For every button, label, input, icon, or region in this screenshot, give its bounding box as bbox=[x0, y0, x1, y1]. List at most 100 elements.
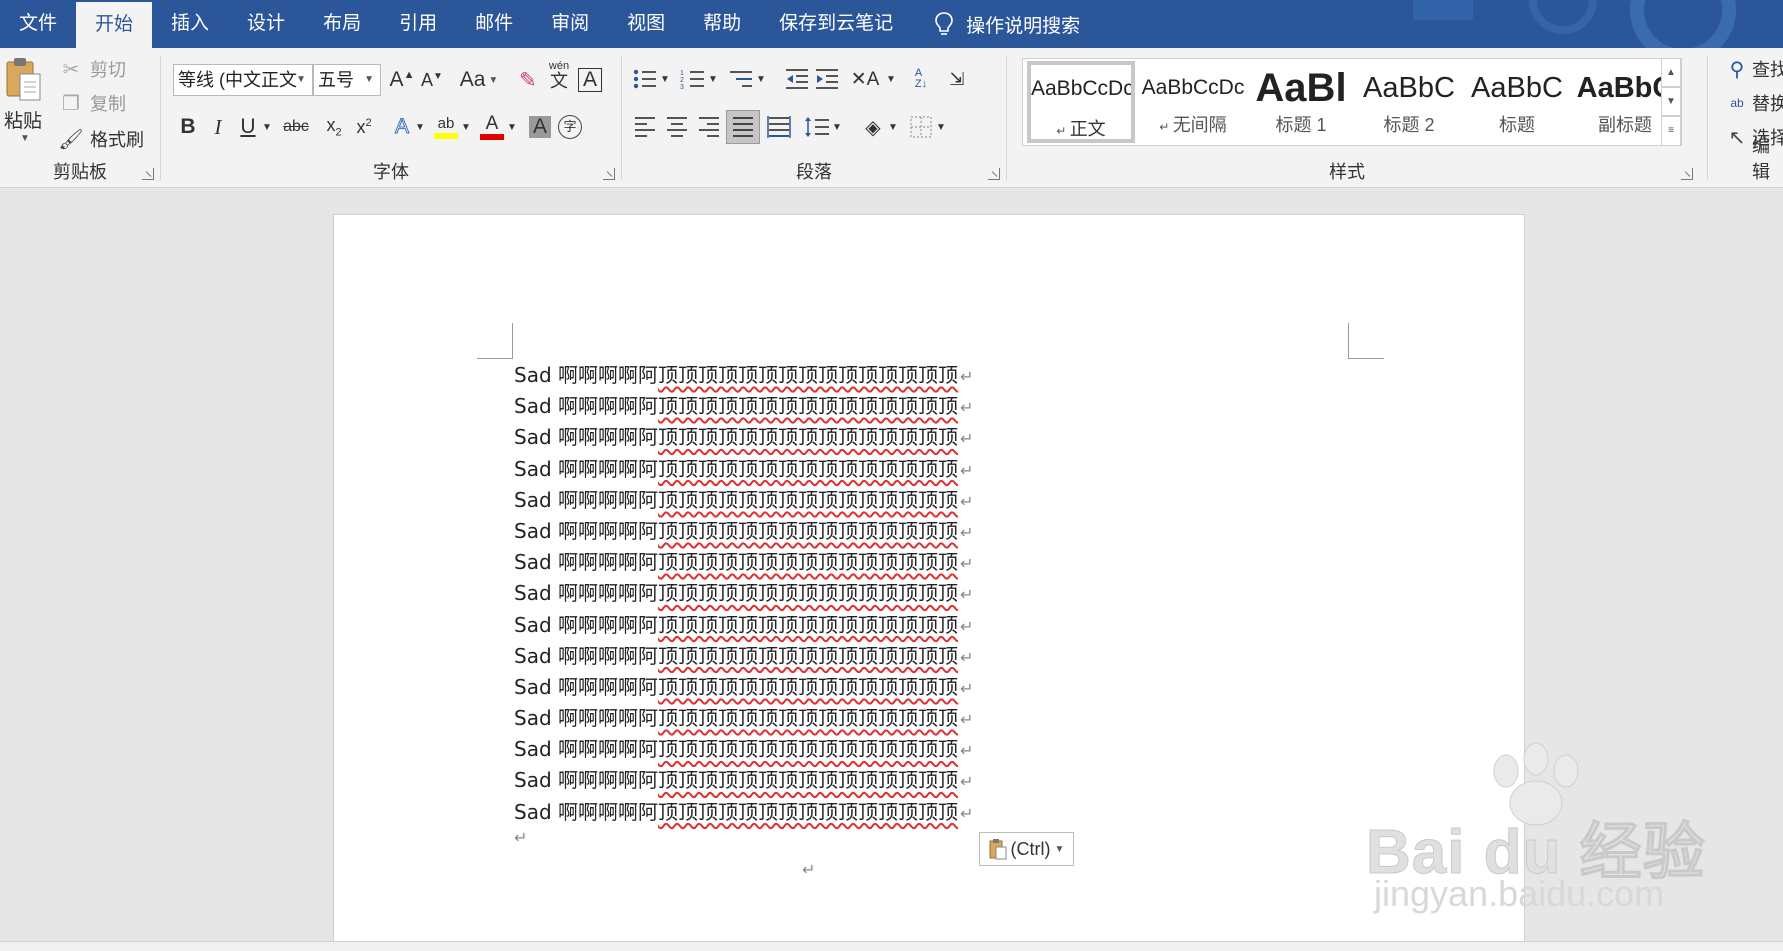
document-line[interactable]: Sad 啊啊啊啊阿顶顶顶顶顶顶顶顶顶顶顶顶顶顶顶 ↵ bbox=[514, 641, 973, 672]
styles-launcher-icon[interactable] bbox=[1681, 168, 1693, 180]
style-no-spacing[interactable]: AaBbCcDc ↵ 无间隔 bbox=[1139, 61, 1247, 143]
document-line[interactable]: Sad 啊啊啊啊阿顶顶顶顶顶顶顶顶顶顶顶顶顶顶顶 ↵ bbox=[514, 391, 973, 422]
phonetic-guide-button[interactable]: wén 文 bbox=[544, 60, 574, 90]
document-line[interactable]: Sad 啊啊啊啊阿顶顶顶顶顶顶顶顶顶顶顶顶顶顶顶 ↵ bbox=[514, 422, 973, 453]
document-page[interactable]: Sad 啊啊啊啊阿顶顶顶顶顶顶顶顶顶顶顶顶顶顶顶 ↵ Sad 啊啊啊啊阿顶顶顶顶顶顶… bbox=[333, 214, 1705, 951]
font-launcher-icon[interactable] bbox=[603, 168, 615, 180]
cut-button[interactable]: ✂ 剪切 bbox=[58, 56, 126, 82]
document-line[interactable]: Sad 啊啊啊啊阿顶顶顶顶顶顶顶顶顶顶顶顶顶顶顶 ↵ bbox=[514, 360, 973, 391]
document-line[interactable]: Sad 啊啊啊啊阿顶顶顶顶顶顶顶顶顶顶顶顶顶顶顶 ↵ bbox=[514, 578, 973, 609]
phonetic-bottom: 文 bbox=[550, 70, 568, 91]
character-shading-button[interactable]: A bbox=[525, 112, 555, 142]
line-spacing-button[interactable] bbox=[802, 112, 832, 142]
font-color-dropdown[interactable]: ▼ bbox=[505, 112, 519, 142]
superscript-button[interactable]: x2 bbox=[349, 112, 379, 142]
shading-dropdown[interactable]: ▼ bbox=[886, 112, 900, 142]
shrink-font-button[interactable]: A▼ bbox=[417, 65, 447, 95]
align-center-button[interactable] bbox=[662, 112, 692, 142]
document-body[interactable]: Sad 啊啊啊啊阿顶顶顶顶顶顶顶顶顶顶顶顶顶顶顶 ↵ Sad 啊啊啊啊阿顶顶顶顶顶顶… bbox=[514, 360, 973, 828]
bullets-dropdown[interactable]: ▼ bbox=[658, 64, 672, 94]
document-line[interactable]: Sad 啊啊啊啊阿顶顶顶顶顶顶顶顶顶顶顶顶顶顶顶 ↵ bbox=[514, 516, 973, 547]
paste-dropdown-icon[interactable]: ▼ bbox=[20, 133, 30, 144]
style-heading-1[interactable]: AaBl 标题 1 bbox=[1247, 61, 1355, 143]
gallery-more[interactable]: ≡ bbox=[1661, 116, 1681, 146]
italic-button[interactable]: I bbox=[203, 112, 233, 142]
tab-view[interactable]: 视图 bbox=[608, 0, 684, 48]
line-spacing-dropdown[interactable]: ▼ bbox=[830, 112, 844, 142]
document-line[interactable]: Sad 啊啊啊啊阿顶顶顶顶顶顶顶顶顶顶顶顶顶顶顶 ↵ bbox=[514, 703, 973, 734]
bold-button[interactable]: B bbox=[173, 112, 203, 142]
style-normal[interactable]: AaBbCcDc ↵ 正文 bbox=[1027, 61, 1135, 143]
distributed-button[interactable] bbox=[764, 112, 794, 142]
paste-options-button[interactable]: (Ctrl) ▼ bbox=[979, 832, 1074, 866]
paragraph-launcher-icon[interactable] bbox=[988, 168, 1000, 180]
clipboard-launcher-icon[interactable] bbox=[142, 168, 154, 180]
multilevel-list-button[interactable] bbox=[726, 64, 756, 94]
character-border-button[interactable]: A bbox=[575, 65, 605, 95]
borders-button[interactable] bbox=[906, 112, 936, 142]
gallery-scroll-up[interactable]: ▲ bbox=[1661, 58, 1681, 87]
tab-layout[interactable]: 布局 bbox=[304, 0, 380, 48]
paste-button[interactable]: 粘贴 ▼ bbox=[4, 56, 44, 144]
chinese-layout-button[interactable]: ✕A bbox=[850, 64, 880, 94]
tab-home[interactable]: 开始 bbox=[76, 2, 153, 48]
borders-dropdown[interactable]: ▼ bbox=[934, 112, 948, 142]
justify-button[interactable] bbox=[726, 110, 760, 144]
tell-me-search[interactable]: 操作说明搜索 bbox=[934, 11, 1080, 38]
subscript-button[interactable]: x2 bbox=[319, 112, 349, 142]
document-line[interactable]: Sad 啊啊啊啊阿顶顶顶顶顶顶顶顶顶顶顶顶顶顶顶 ↵ bbox=[514, 610, 973, 641]
copy-button[interactable]: ❐ 复制 bbox=[58, 90, 126, 116]
clear-formatting-button[interactable]: ✎ bbox=[513, 65, 543, 95]
chevron-down-icon: ▼ bbox=[660, 73, 670, 85]
numbering-button[interactable]: 123 bbox=[678, 64, 708, 94]
increase-indent-button[interactable] bbox=[812, 64, 842, 94]
tab-references[interactable]: 引用 bbox=[380, 0, 456, 48]
tab-mailings[interactable]: 邮件 bbox=[456, 0, 532, 48]
decrease-indent-button[interactable] bbox=[782, 64, 812, 94]
bullets-button[interactable] bbox=[630, 64, 660, 94]
numbering-dropdown[interactable]: ▼ bbox=[706, 64, 720, 94]
tab-review[interactable]: 审阅 bbox=[532, 0, 608, 48]
font-color-button[interactable]: A bbox=[477, 112, 507, 142]
tab-design[interactable]: 设计 bbox=[228, 0, 304, 48]
align-left-button[interactable] bbox=[630, 112, 660, 142]
underline-dropdown[interactable]: ▼ bbox=[259, 112, 275, 142]
tab-insert[interactable]: 插入 bbox=[152, 0, 228, 48]
font-name-combo[interactable]: 等线 (中文正文 ▼ bbox=[173, 64, 313, 96]
style-title[interactable]: AaBbC 标题 bbox=[1463, 61, 1571, 143]
document-line[interactable]: Sad 啊啊啊啊阿顶顶顶顶顶顶顶顶顶顶顶顶顶顶顶 ↵ bbox=[514, 454, 973, 485]
highlight-dropdown[interactable]: ▼ bbox=[459, 112, 473, 142]
align-right-button[interactable] bbox=[694, 112, 724, 142]
document-line[interactable]: Sad 啊啊啊啊阿顶顶顶顶顶顶顶顶顶顶顶顶顶顶顶 ↵ bbox=[514, 485, 973, 516]
find-button[interactable]: ⚲ 查找 bbox=[1728, 56, 1783, 82]
font-size-combo[interactable]: 五号 ▼ bbox=[313, 64, 381, 96]
chevron-down-icon: ▼ bbox=[296, 74, 306, 85]
replace-button[interactable]: ab 替换 bbox=[1728, 90, 1783, 116]
strikethrough-button[interactable]: abc bbox=[279, 112, 313, 142]
sort-button[interactable]: A Z↓ bbox=[906, 64, 936, 94]
change-case-button[interactable]: Aa ▼ bbox=[455, 65, 503, 95]
clipboard-group-label: 剪贴板 bbox=[53, 162, 107, 182]
tab-help[interactable]: 帮助 bbox=[684, 0, 760, 48]
document-line[interactable]: Sad 啊啊啊啊阿顶顶顶顶顶顶顶顶顶顶顶顶顶顶顶 ↵ bbox=[514, 765, 973, 796]
gallery-scroll-down[interactable]: ▼ bbox=[1661, 87, 1681, 116]
shading-button[interactable]: ◈ bbox=[858, 112, 888, 142]
show-marks-button[interactable]: ⇲ bbox=[942, 64, 972, 94]
line-prefix: Sad 啊啊啊啊阿 bbox=[514, 799, 659, 824]
document-line[interactable]: Sad 啊啊啊啊阿顶顶顶顶顶顶顶顶顶顶顶顶顶顶顶 ↵ bbox=[514, 547, 973, 578]
tab-file[interactable]: 文件 bbox=[0, 0, 76, 48]
tab-save-cloud-note[interactable]: 保存到云笔记 bbox=[760, 0, 912, 48]
document-line[interactable]: Sad 啊啊啊啊阿顶顶顶顶顶顶顶顶顶顶顶顶顶顶顶 ↵ bbox=[514, 672, 973, 703]
enclose-characters-button[interactable]: 字 bbox=[555, 112, 585, 142]
chinese-layout-dropdown[interactable]: ▼ bbox=[884, 64, 898, 94]
cursor-arrow-icon: ↖ bbox=[1728, 126, 1746, 149]
format-painter-button[interactable]: 🖌 格式刷 bbox=[58, 126, 144, 152]
document-line[interactable]: Sad 啊啊啊啊阿顶顶顶顶顶顶顶顶顶顶顶顶顶顶顶 ↵ bbox=[514, 797, 973, 828]
highlight-button[interactable]: ab bbox=[431, 112, 461, 142]
grow-font-button[interactable]: A▲ bbox=[387, 65, 417, 95]
document-line[interactable]: Sad 啊啊啊啊阿顶顶顶顶顶顶顶顶顶顶顶顶顶顶顶 ↵ bbox=[514, 734, 973, 765]
text-effects-dropdown[interactable]: ▼ bbox=[413, 112, 427, 142]
multilevel-dropdown[interactable]: ▼ bbox=[754, 64, 768, 94]
style-heading-2[interactable]: AaBbC 标题 2 bbox=[1355, 61, 1463, 143]
paragraph-mark: ↵ bbox=[960, 367, 974, 386]
